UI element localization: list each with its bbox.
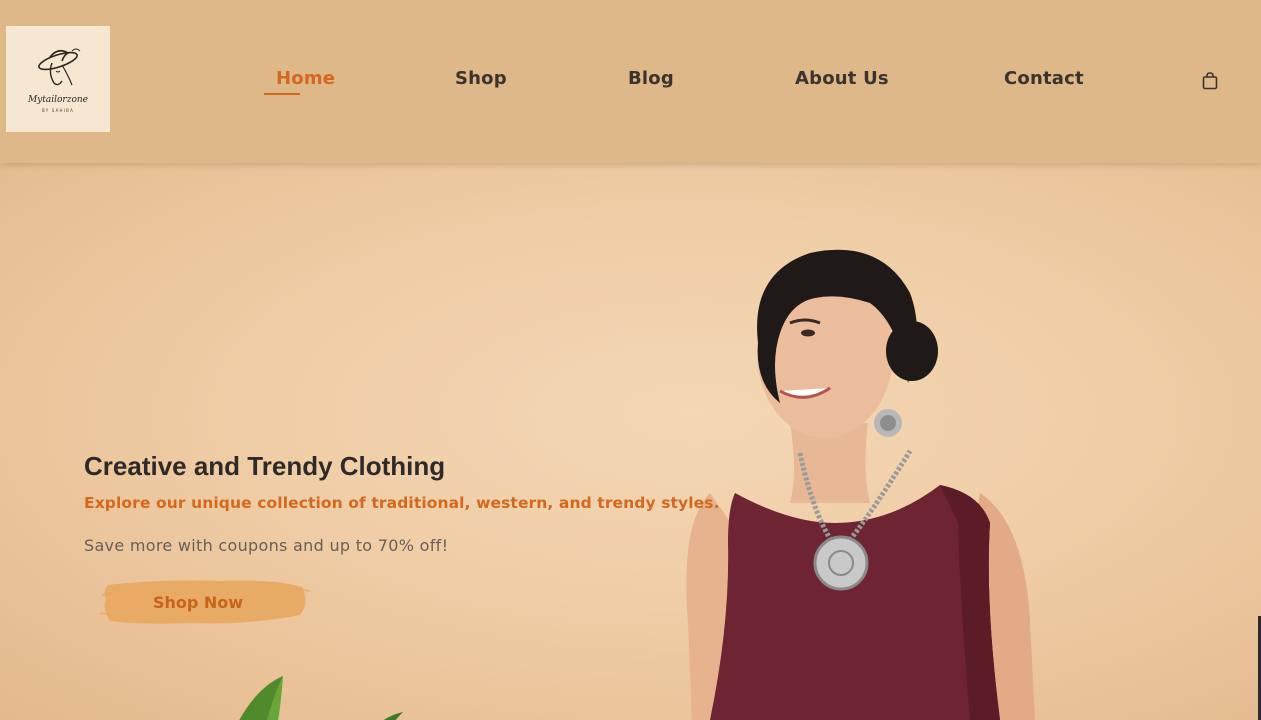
model-photo	[686, 249, 1035, 720]
hero-title: Creative and Trendy Clothing	[84, 451, 446, 481]
cart-button[interactable]	[1200, 71, 1220, 91]
nav-contact[interactable]: Contact	[1004, 68, 1084, 89]
site-header: Mytailorzone BY SAHIBA Home Shop Blog Ab…	[0, 0, 1261, 163]
logo-tagline: BY SAHIBA	[41, 108, 75, 113]
brand-logo[interactable]: Mytailorzone BY SAHIBA	[6, 26, 110, 132]
nav-home[interactable]: Home	[276, 68, 335, 89]
nav-active-indicator	[264, 93, 300, 95]
woman-hat-logo-icon	[38, 48, 81, 86]
hero-subtitle: Explore our unique collection of traditi…	[84, 494, 720, 512]
plant-decoration	[239, 676, 403, 720]
hero-banner: Creative and Trendy Clothing Explore our…	[0, 163, 1261, 720]
nav-about-us[interactable]: About Us	[795, 68, 889, 89]
shop-now-button[interactable]: Shop Now	[100, 577, 310, 627]
shopping-bag-icon	[1202, 72, 1218, 90]
shop-now-label: Shop Now	[152, 592, 244, 612]
nav-shop[interactable]: Shop	[455, 68, 507, 89]
logo-wordmark: Mytailorzone	[27, 95, 89, 105]
hero-description: Save more with coupons and up to 70% off…	[84, 536, 449, 555]
nav-blog[interactable]: Blog	[628, 68, 674, 89]
